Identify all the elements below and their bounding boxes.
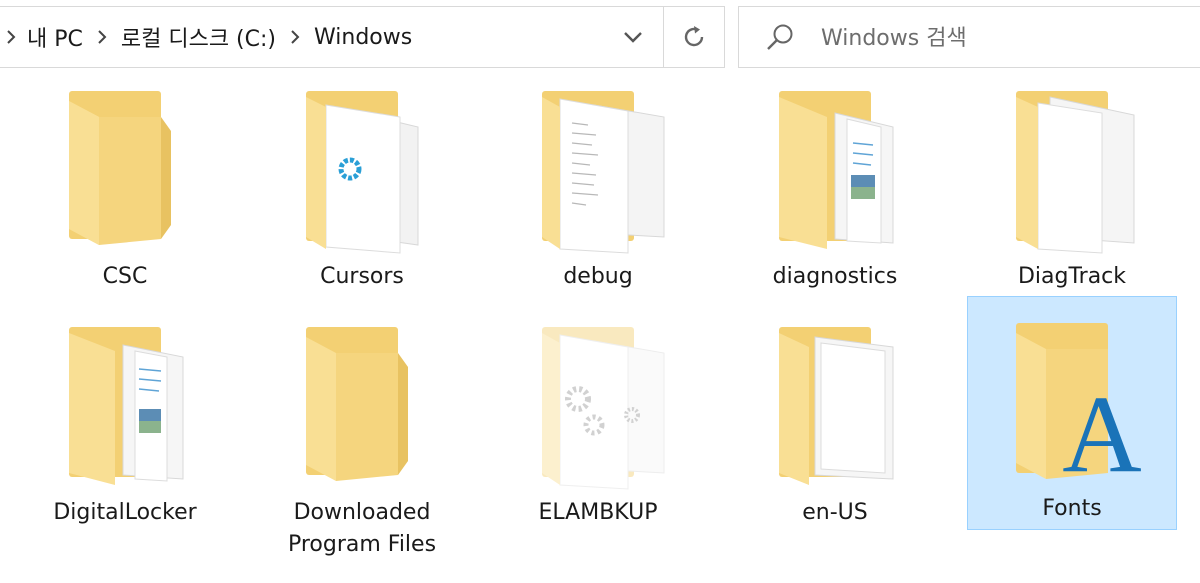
breadcrumb-item-windows[interactable]: Windows	[310, 25, 416, 50]
chevron-right-icon[interactable]	[87, 7, 117, 67]
folder-name: Downloaded Program Files	[287, 500, 437, 557]
refresh-button[interactable]	[663, 7, 724, 67]
chevron-down-icon	[624, 32, 642, 43]
folder-item-cursors[interactable]: Cursors	[257, 64, 467, 296]
folder-icon	[306, 327, 408, 481]
folder-item-en-us[interactable]: en-US	[730, 300, 940, 532]
folder-icon	[779, 91, 894, 249]
folder-name: DigitalLocker	[53, 500, 197, 525]
folder-item-fonts[interactable]: A Fonts	[967, 296, 1177, 530]
folder-name: Cursors	[320, 264, 404, 289]
folder-name: debug	[563, 264, 633, 289]
breadcrumb: 내 PC 로컬 디스크 (C:) Windows	[0, 7, 416, 67]
folder-icon	[306, 91, 419, 254]
folder-name: diagnostics	[772, 264, 898, 289]
folder-name: en-US	[802, 500, 868, 525]
folder-icon	[542, 327, 665, 490]
folder-name: DiagTrack	[1017, 264, 1127, 289]
folder-icon	[779, 327, 894, 485]
breadcrumb-item-this-pc[interactable]: 내 PC	[23, 21, 87, 53]
address-history-dropdown[interactable]	[603, 7, 663, 67]
chevron-right-icon[interactable]	[280, 7, 310, 67]
folder-icon	[1016, 91, 1135, 254]
search-input[interactable]	[819, 17, 1200, 59]
folder-icon: A	[1016, 323, 1142, 495]
folder-icon	[542, 91, 665, 254]
folder-item-csc[interactable]: CSC	[20, 64, 230, 296]
chevron-right-icon[interactable]	[0, 7, 23, 67]
folder-icon	[69, 91, 171, 245]
folder-item-downloaded-program-files[interactable]: Downloaded Program Files	[257, 300, 467, 557]
folder-name: CSC	[102, 264, 148, 289]
folder-name: Fonts	[1042, 496, 1102, 521]
folder-item-digitallocker[interactable]: DigitalLocker	[20, 300, 230, 532]
folder-item-debug[interactable]: debug	[493, 64, 703, 296]
address-bar[interactable]: 내 PC 로컬 디스크 (C:) Windows	[0, 6, 725, 68]
font-letter-icon: A	[1062, 373, 1141, 495]
folder-name: ELAMBKUP	[538, 500, 658, 525]
refresh-icon	[684, 26, 704, 47]
breadcrumb-item-local-disk[interactable]: 로컬 디스크 (C:)	[117, 21, 280, 53]
folder-icon	[69, 327, 184, 485]
folder-item-diagnostics[interactable]: diagnostics	[730, 64, 940, 296]
search-icon	[767, 24, 793, 50]
folder-item-elambkup[interactable]: ELAMBKUP	[493, 300, 703, 532]
folder-item-diagtrack[interactable]: DiagTrack	[967, 64, 1177, 296]
search-box[interactable]	[738, 6, 1200, 68]
